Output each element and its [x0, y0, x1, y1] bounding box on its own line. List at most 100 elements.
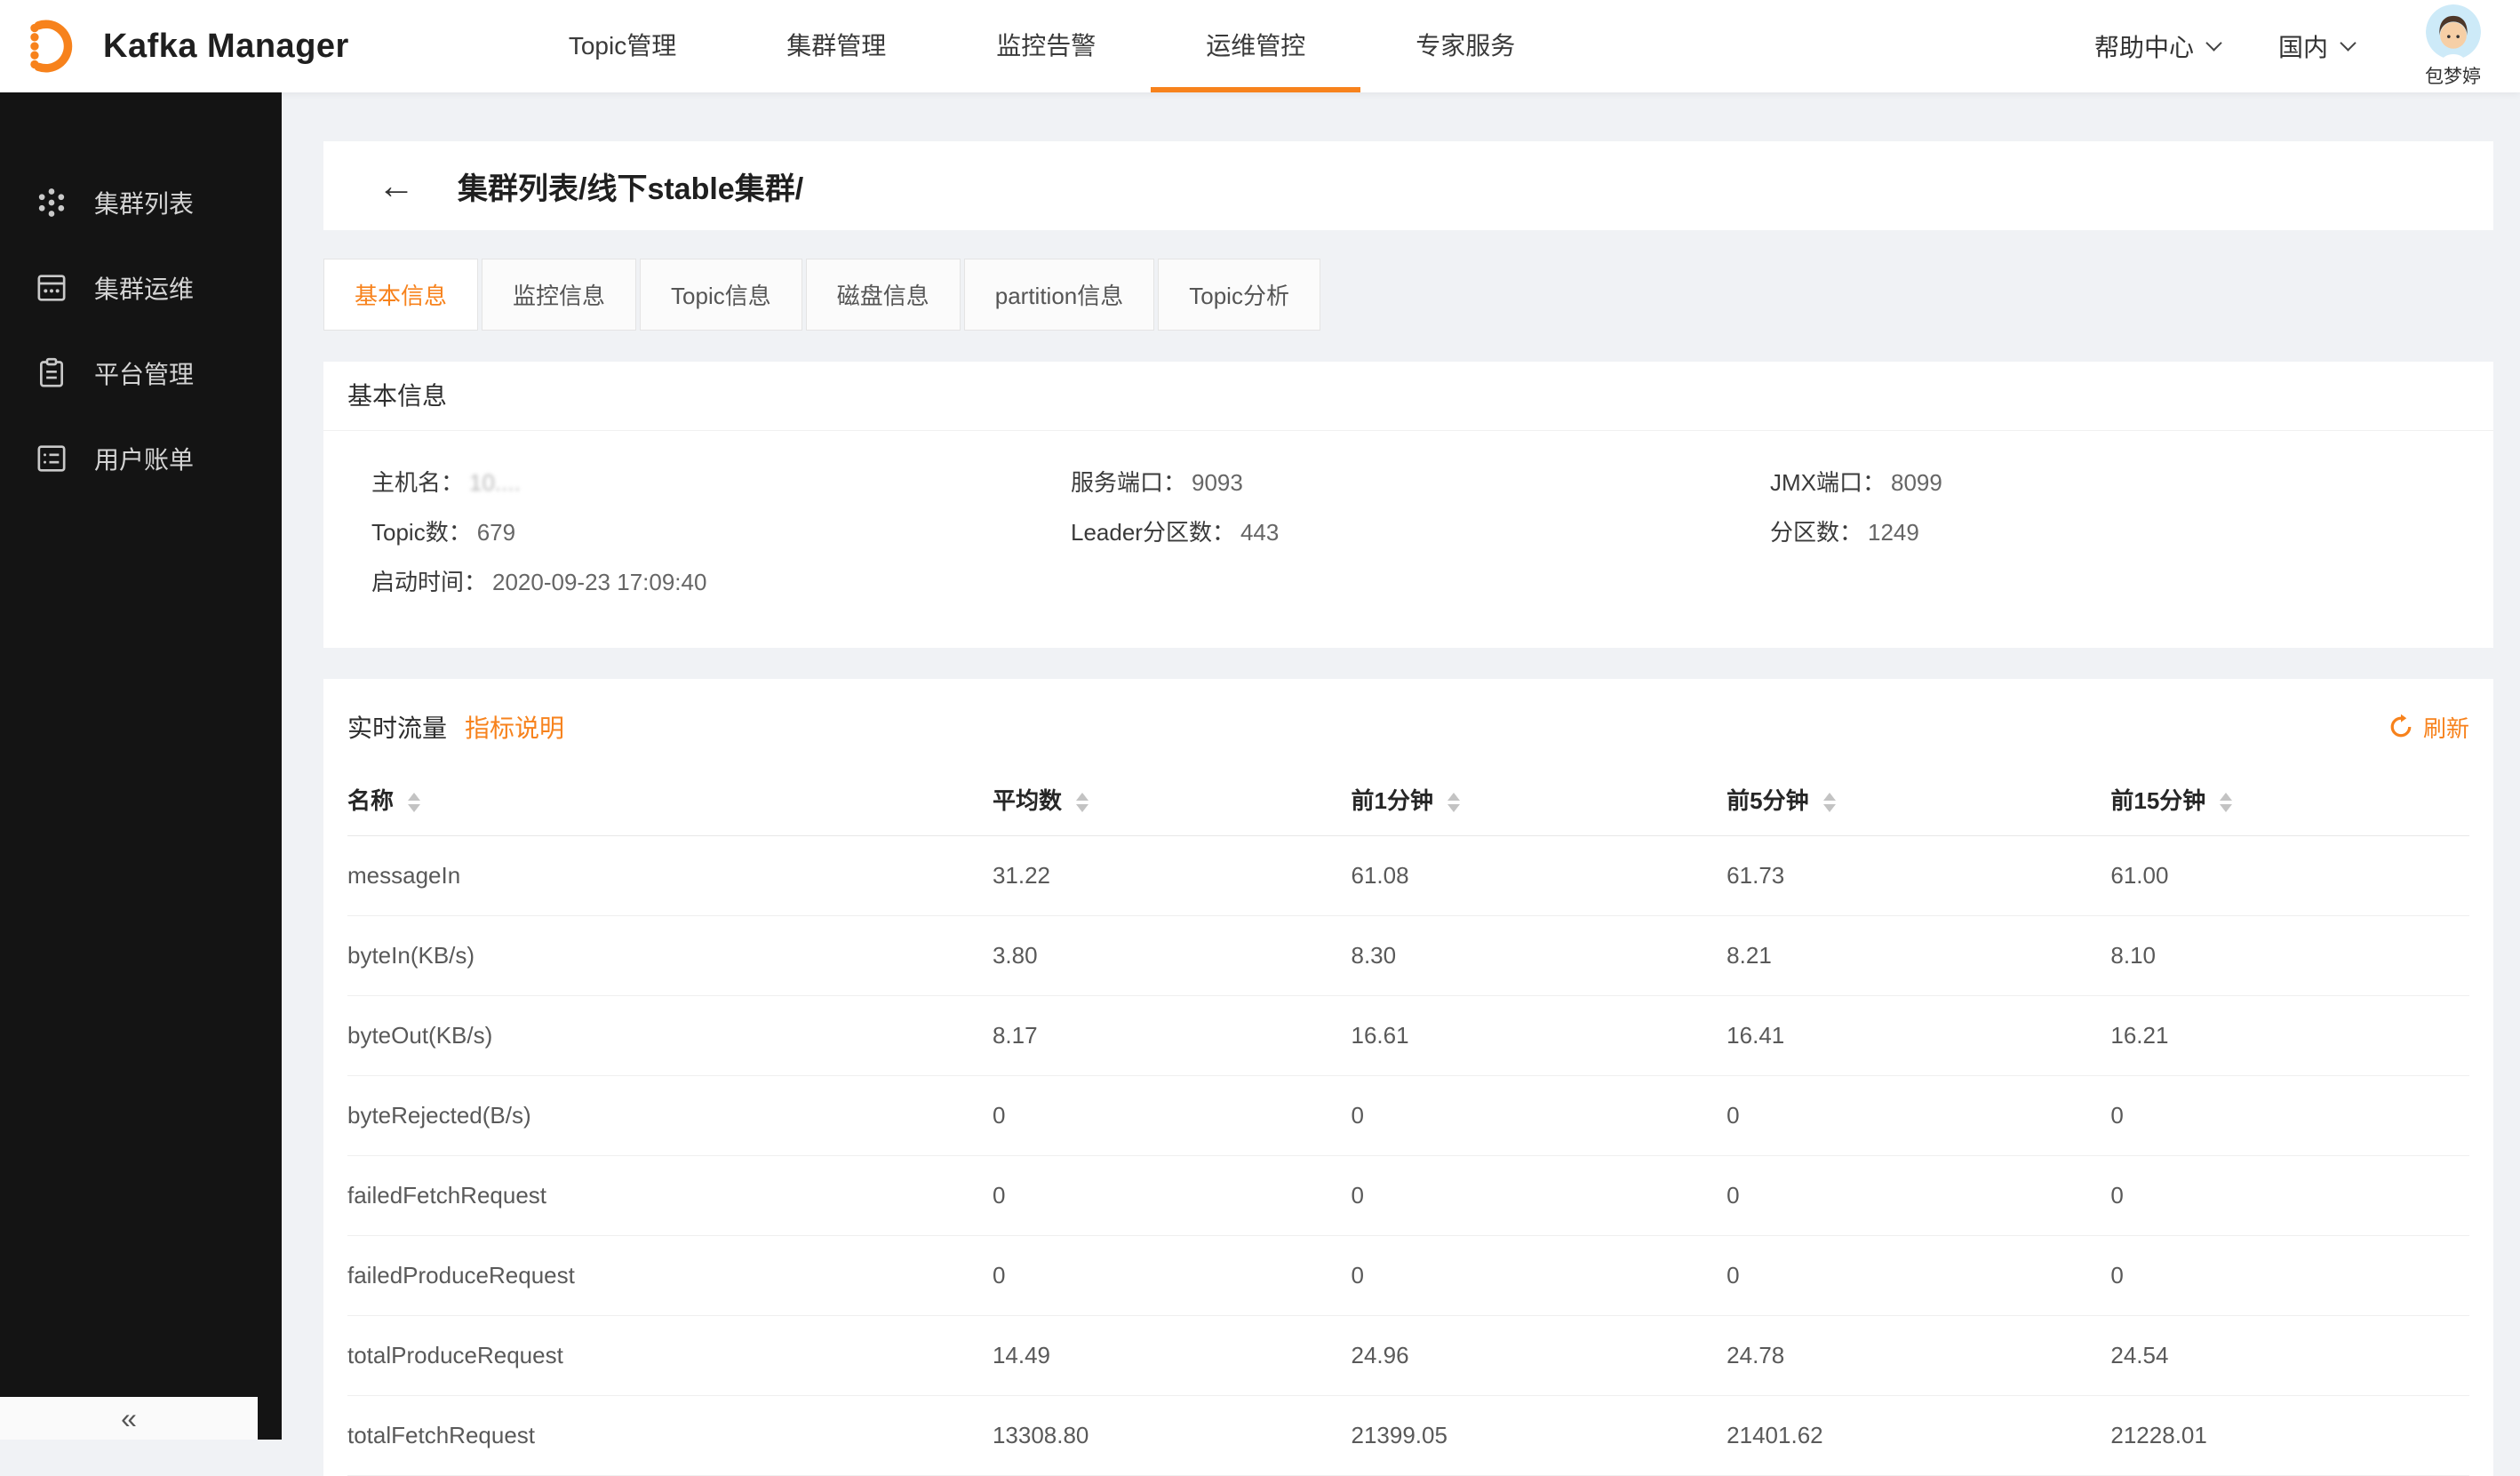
tabs-bar: 基本信息监控信息Topic信息磁盘信息partition信息Topic分析 — [323, 259, 2493, 331]
sort-control[interactable] — [1447, 793, 1460, 812]
metric-value: 31.22 — [993, 835, 1352, 915]
info-field: 服务端口：9093 — [1071, 467, 1770, 499]
metric-name: byteRejected(B/s) — [347, 1075, 993, 1155]
sidebar-item-label: 用户账单 — [94, 441, 194, 476]
tab-4[interactable]: 磁盘信息 — [806, 259, 961, 331]
field-value: 679 — [477, 519, 515, 546]
column-label: 平均数 — [993, 787, 1062, 814]
metric-value: 13308.80 — [993, 1395, 1352, 1475]
tab-3[interactable]: Topic信息 — [640, 259, 802, 331]
refresh-label: 刷新 — [2423, 711, 2469, 744]
metric-value: 8.21 — [1727, 915, 2110, 995]
metric-value: 61.73 — [1727, 835, 2110, 915]
metric-value: 0 — [2110, 1235, 2469, 1315]
region-selector[interactable]: 国内 — [2278, 28, 2354, 64]
metric-value: 14.49 — [993, 1315, 1352, 1395]
column-header-2: 平均数 — [993, 764, 1352, 835]
tab-6[interactable]: Topic分析 — [1158, 259, 1320, 331]
metrics-help-link[interactable]: 指标说明 — [465, 709, 564, 745]
top-header: Kafka Manager Topic管理集群管理监控告警运维管控专家服务 帮助… — [0, 0, 2520, 92]
platform-admin-icon — [34, 355, 69, 391]
field-spacer — [1071, 566, 1770, 598]
column-label: 前15分钟 — [2110, 787, 2205, 814]
tab-2[interactable]: 监控信息 — [482, 259, 636, 331]
info-field: 主机名：10.... — [371, 467, 1071, 499]
metric-value: 0 — [993, 1235, 1352, 1315]
tab-5[interactable]: partition信息 — [964, 259, 1155, 331]
column-header-5: 前15分钟 — [2110, 764, 2469, 835]
refresh-button[interactable]: 刷新 — [2388, 711, 2469, 744]
sort-control[interactable] — [1076, 793, 1089, 812]
region-label: 国内 — [2278, 28, 2328, 64]
sidebar-item-label: 平台管理 — [94, 355, 194, 391]
metrics-table: 名称平均数前1分钟前5分钟前15分钟 messageIn31.2261.0861… — [347, 764, 2469, 1476]
metric-value: 16.41 — [1727, 995, 2110, 1075]
column-header-1: 名称 — [347, 764, 993, 835]
metric-value: 21228.01 — [2110, 1395, 2469, 1475]
field-value: 8099 — [1891, 469, 1942, 496]
info-field: Topic数：679 — [371, 516, 1071, 548]
field-value: 2020-09-23 17:09:40 — [492, 569, 706, 595]
header-right: 帮助中心 国内 包梦婷 — [2094, 4, 2520, 89]
sort-control[interactable] — [2220, 793, 2232, 812]
sidebar-item-3[interactable]: 平台管理 — [0, 331, 282, 416]
basic-info-fields: 主机名：10....服务端口：9093JMX端口：8099Topic数：679L… — [323, 431, 2493, 648]
metric-value: 24.96 — [1352, 1315, 1727, 1395]
field-label: Topic数： — [371, 519, 472, 546]
sort-control[interactable] — [1823, 793, 1836, 812]
sidebar-item-2[interactable]: 集群运维 — [0, 245, 282, 331]
metric-value: 0 — [1352, 1075, 1727, 1155]
metric-value: 0 — [993, 1155, 1352, 1235]
metric-value: 24.78 — [1727, 1315, 2110, 1395]
metric-name: messageIn — [347, 835, 993, 915]
metric-name: totalProduceRequest — [347, 1315, 993, 1395]
top-nav-item-5[interactable]: 专家服务 — [1360, 0, 1570, 92]
sidebar-item-1[interactable]: 集群列表 — [0, 160, 282, 245]
info-field: 启动时间：2020-09-23 17:09:40 — [371, 566, 1071, 598]
top-nav-item-4[interactable]: 运维管控 — [1151, 0, 1360, 92]
top-nav-item-3[interactable]: 监控告警 — [941, 0, 1151, 92]
metric-value: 0 — [2110, 1075, 2469, 1155]
breadcrumb-card: ← 集群列表/线下stable集群/ — [323, 141, 2493, 230]
basic-info-title: 基本信息 — [323, 362, 2493, 431]
field-label: 服务端口： — [1071, 469, 1186, 496]
sidebar-item-label: 集群运维 — [94, 270, 194, 306]
metric-value: 0 — [2110, 1155, 2469, 1235]
metric-value: 0 — [1727, 1235, 2110, 1315]
help-center-menu[interactable]: 帮助中心 — [2094, 28, 2220, 64]
top-nav-item-2[interactable]: 集群管理 — [731, 0, 941, 92]
metric-value: 16.21 — [2110, 995, 2469, 1075]
tab-1[interactable]: 基本信息 — [323, 259, 478, 331]
field-value: 10.... — [469, 469, 521, 496]
metric-value: 8.17 — [993, 995, 1352, 1075]
chevron-down-icon — [2340, 35, 2356, 51]
table-header-row: 名称平均数 前1分钟 前5分钟 前15分钟 — [347, 764, 2469, 835]
metric-value: 24.54 — [2110, 1315, 2469, 1395]
cluster-list-icon — [34, 185, 69, 220]
info-field: Leader分区数：443 — [1071, 516, 1770, 548]
metric-name: byteOut(KB/s) — [347, 995, 993, 1075]
metric-name: failedProduceRequest — [347, 1235, 993, 1315]
user-profile[interactable]: 包梦婷 — [2425, 4, 2481, 89]
top-nav-item-1[interactable]: Topic管理 — [514, 0, 731, 92]
metric-value: 61.00 — [2110, 835, 2469, 915]
column-header-4: 前5分钟 — [1727, 764, 2110, 835]
sort-control[interactable] — [408, 793, 420, 812]
realtime-traffic-header: 实时流量 指标说明 刷新 — [323, 679, 2493, 764]
sidebar-item-4[interactable]: 用户账单 — [0, 416, 282, 501]
info-field: 分区数：1249 — [1770, 516, 2469, 548]
realtime-traffic-title: 实时流量 — [347, 709, 447, 745]
app-title: Kafka Manager — [103, 28, 349, 66]
sidebar-item-label: 集群列表 — [94, 185, 194, 220]
info-field: JMX端口：8099 — [1770, 467, 2469, 499]
column-label: 前5分钟 — [1727, 787, 1808, 814]
chevron-down-icon — [2205, 35, 2221, 51]
metric-value: 3.80 — [993, 915, 1352, 995]
avatar — [2426, 4, 2481, 60]
table-row: byteRejected(B/s)0000 — [347, 1075, 2469, 1155]
metric-value: 16.61 — [1352, 995, 1727, 1075]
sidebar-collapse-button[interactable]: « — [0, 1397, 258, 1440]
back-button[interactable]: ← — [378, 167, 415, 204]
table-row: failedProduceRequest0000 — [347, 1235, 2469, 1315]
column-label: 前1分钟 — [1352, 787, 1433, 814]
